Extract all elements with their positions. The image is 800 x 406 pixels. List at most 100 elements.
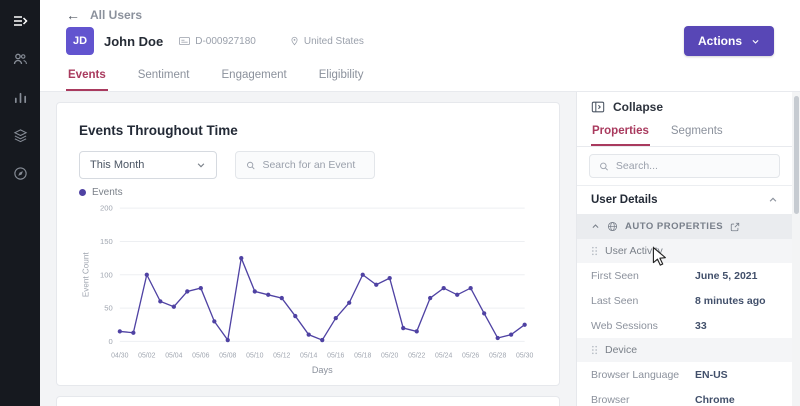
user-id: D-000927180 bbox=[179, 36, 256, 47]
scrollbar-thumb[interactable] bbox=[793, 96, 799, 214]
collapse-panel-button[interactable]: Collapse bbox=[577, 92, 792, 120]
external-link-icon[interactable] bbox=[730, 222, 740, 232]
svg-text:0: 0 bbox=[108, 337, 112, 346]
svg-text:05/12: 05/12 bbox=[273, 353, 290, 360]
avatar: JD bbox=[66, 27, 94, 55]
property-value: Chrome bbox=[695, 393, 735, 406]
property-value: EN-US bbox=[695, 368, 728, 381]
page-header: ← All Users JD John Doe D-000927180 Unit… bbox=[40, 0, 800, 92]
collapse-panel-icon bbox=[591, 101, 605, 113]
chevron-down-icon bbox=[752, 39, 759, 44]
group-name: Device bbox=[605, 344, 638, 356]
svg-text:05/20: 05/20 bbox=[381, 353, 398, 360]
back-arrow-icon[interactable]: ← bbox=[66, 8, 80, 22]
panel-tab-segments[interactable]: Segments bbox=[670, 120, 724, 146]
main-column: ← All Users JD John Doe D-000927180 Unit… bbox=[40, 0, 800, 406]
legend-dot bbox=[79, 189, 86, 196]
compass-icon[interactable] bbox=[11, 164, 29, 182]
property-value: June 5, 2021 bbox=[695, 269, 758, 282]
globe-icon bbox=[607, 221, 618, 232]
search-icon bbox=[247, 161, 255, 169]
svg-text:05/08: 05/08 bbox=[219, 353, 236, 360]
collapse-label: Collapse bbox=[613, 100, 664, 114]
group-header-device[interactable]: Device bbox=[577, 338, 792, 362]
svg-text:05/28: 05/28 bbox=[489, 353, 506, 360]
property-label: Last Seen bbox=[591, 294, 639, 307]
chart-controls: This Month bbox=[79, 151, 537, 179]
tab-eligibility[interactable]: Eligibility bbox=[317, 64, 366, 91]
back-link[interactable]: All Users bbox=[90, 8, 142, 22]
properties-search-input[interactable] bbox=[615, 160, 770, 172]
property-row-web-sessions: Web Sessions 33 bbox=[577, 313, 792, 338]
property-value: 8 minutes ago bbox=[695, 294, 766, 307]
tab-events[interactable]: Events bbox=[66, 64, 108, 91]
svg-text:05/04: 05/04 bbox=[165, 353, 182, 360]
user-summary-row: JD John Doe D-000927180 United States Ac… bbox=[40, 26, 800, 62]
users-icon[interactable] bbox=[11, 50, 29, 68]
card-title: Events Throughout Time bbox=[79, 123, 238, 138]
event-search-input[interactable] bbox=[262, 159, 364, 171]
svg-text:05/26: 05/26 bbox=[462, 353, 479, 360]
events-line-chart: 0 50 100 150 200 04/30 05/02 05/04 05/06 05/08 05/… bbox=[81, 204, 533, 375]
svg-text:100: 100 bbox=[100, 270, 113, 279]
layers-icon[interactable] bbox=[11, 126, 29, 144]
id-badge-icon bbox=[179, 37, 191, 45]
properties-panel: Collapse Properties Segments User Detail… bbox=[576, 92, 792, 406]
auto-properties-header[interactable]: AUTO PROPERTIES bbox=[577, 214, 792, 239]
panel-tab-properties[interactable]: Properties bbox=[591, 120, 650, 146]
tab-sentiment[interactable]: Sentiment bbox=[136, 64, 192, 91]
properties-search bbox=[589, 154, 780, 178]
svg-text:04/30: 04/30 bbox=[111, 353, 128, 360]
next-card bbox=[56, 396, 560, 406]
svg-text:50: 50 bbox=[104, 304, 112, 313]
chevron-up-icon bbox=[592, 224, 599, 228]
svg-text:05/16: 05/16 bbox=[327, 353, 344, 360]
group-name: User Activity bbox=[605, 245, 663, 257]
svg-text:05/14: 05/14 bbox=[300, 353, 317, 360]
svg-text:05/02: 05/02 bbox=[138, 353, 155, 360]
svg-text:05/06: 05/06 bbox=[192, 353, 209, 360]
tab-engagement[interactable]: Engagement bbox=[220, 64, 289, 91]
property-label: Browser bbox=[591, 393, 630, 406]
main-area: Events Throughout Time This Month Search… bbox=[40, 92, 576, 406]
panel-tabs: Properties Segments bbox=[577, 120, 792, 147]
panel-scrollbar[interactable] bbox=[792, 92, 800, 406]
app-window: ← All Users JD John Doe D-000927180 Unit… bbox=[0, 0, 800, 406]
actions-button[interactable]: Actions bbox=[683, 26, 774, 56]
time-range-select[interactable]: This Month bbox=[79, 151, 217, 179]
svg-text:Days: Days bbox=[312, 365, 333, 375]
auto-properties-label: AUTO PROPERTIES bbox=[625, 221, 724, 232]
svg-text:Event Count: Event Count bbox=[81, 252, 90, 297]
group-header-user-activity[interactable]: User Activity bbox=[577, 239, 792, 263]
user-details-label: User Details bbox=[591, 194, 658, 206]
chevron-down-icon bbox=[197, 163, 205, 168]
content-area: Events Throughout Time This Month Search… bbox=[40, 92, 800, 406]
search-icon bbox=[600, 162, 608, 171]
bar-chart-icon[interactable] bbox=[11, 88, 29, 106]
location-pin-icon bbox=[291, 36, 298, 46]
time-range-value: This Month bbox=[90, 159, 145, 171]
drag-handle-icon[interactable] bbox=[591, 345, 598, 355]
menu-icon[interactable] bbox=[11, 12, 29, 30]
user-details-section-header[interactable]: User Details bbox=[577, 185, 792, 214]
svg-text:200: 200 bbox=[100, 204, 113, 213]
profile-tabs: Events Sentiment Engagement Eligibility bbox=[40, 62, 800, 91]
event-search bbox=[235, 151, 375, 179]
property-row-last-seen: Last Seen 8 minutes ago bbox=[577, 288, 792, 313]
svg-text:05/24: 05/24 bbox=[435, 353, 452, 360]
breadcrumb: ← All Users bbox=[40, 8, 800, 26]
user-id-value: D-000927180 bbox=[195, 35, 256, 47]
property-row-browser-language: Browser Language EN-US bbox=[577, 362, 792, 387]
svg-text:05/18: 05/18 bbox=[354, 353, 371, 360]
property-label: First Seen bbox=[591, 269, 639, 282]
chevron-up-icon bbox=[769, 197, 777, 202]
svg-text:05/22: 05/22 bbox=[408, 353, 425, 360]
property-row-browser: Browser Chrome bbox=[577, 387, 792, 406]
property-value: 33 bbox=[695, 319, 707, 332]
property-label: Browser Language bbox=[591, 368, 680, 381]
svg-text:05/10: 05/10 bbox=[246, 353, 263, 360]
actions-button-label: Actions bbox=[697, 34, 742, 48]
property-label: Web Sessions bbox=[591, 319, 658, 332]
drag-handle-icon[interactable] bbox=[591, 246, 598, 256]
user-name: John Doe bbox=[104, 33, 164, 49]
